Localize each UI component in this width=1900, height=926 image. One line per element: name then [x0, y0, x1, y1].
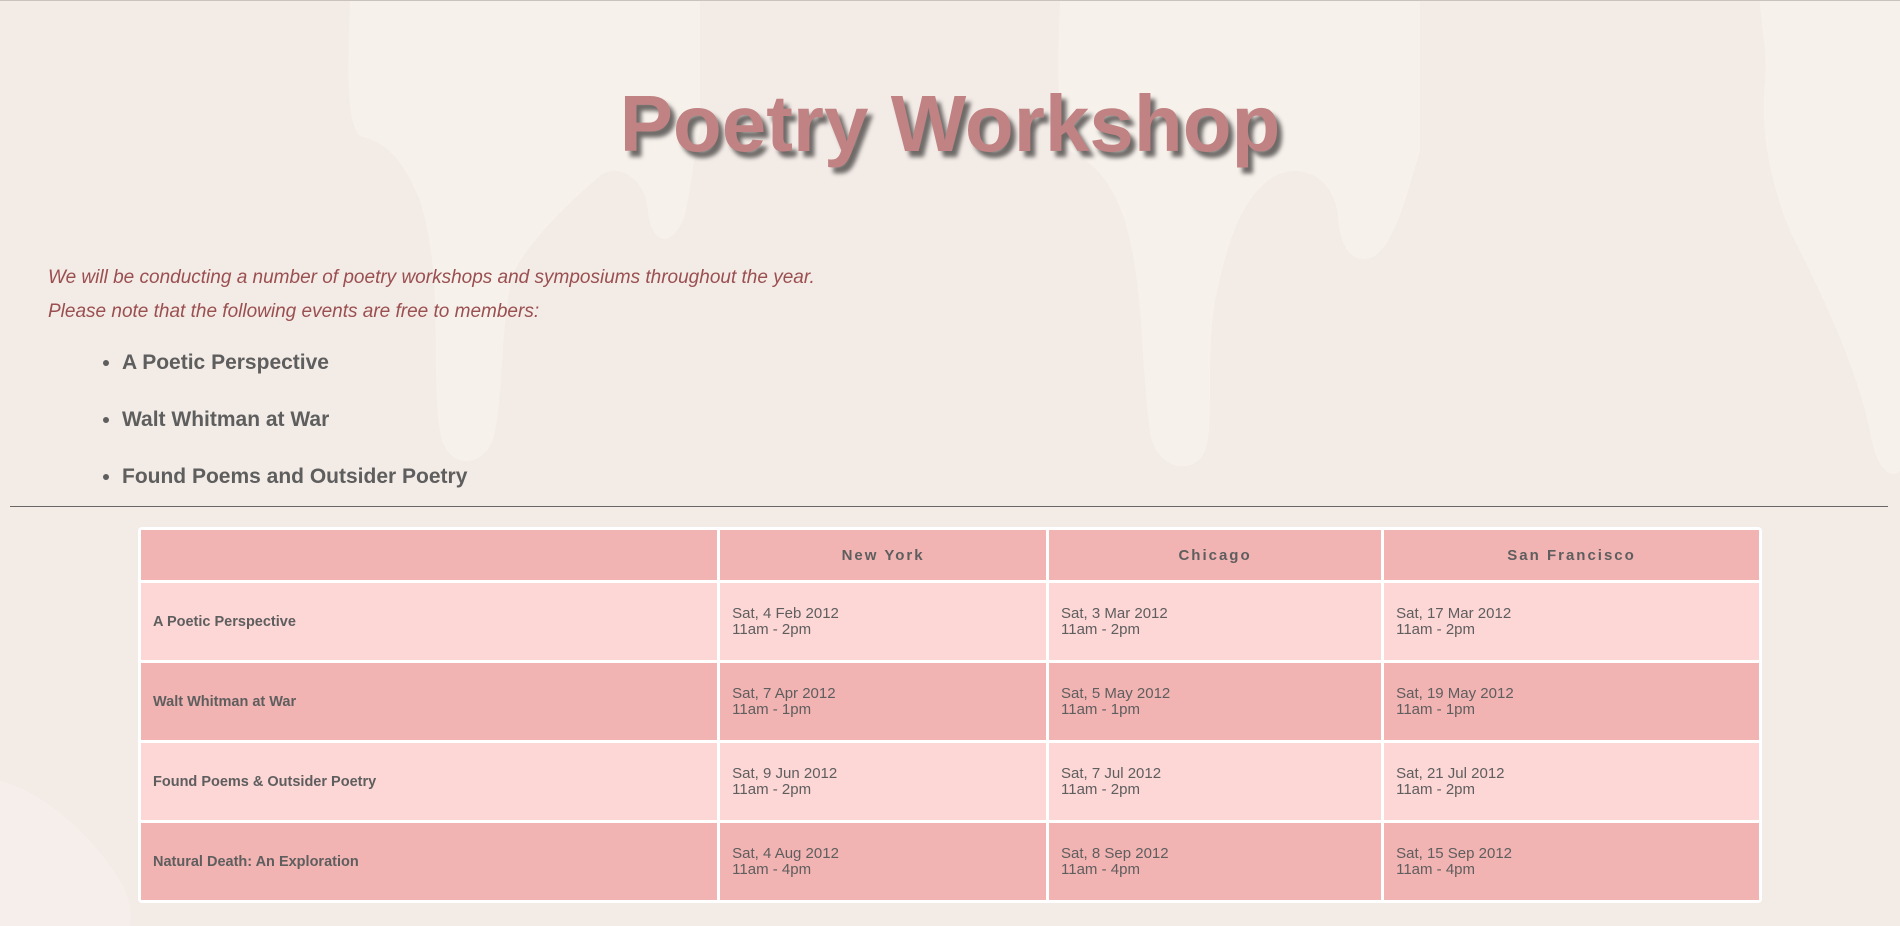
new-york-cell: Sat, 7 Apr 2012 11am - 1pm [720, 663, 1047, 740]
event-date: Sat, 19 May 2012 [1396, 684, 1514, 702]
list-item: A Poetic Perspective [122, 334, 467, 391]
event-date: Sat, 3 Mar 2012 [1061, 604, 1168, 622]
event-time: 11am - 2pm [1061, 620, 1140, 638]
san-francisco-cell: Sat, 21 Jul 2012 11am - 2pm [1384, 743, 1759, 820]
event-time: 11am - 4pm [732, 860, 812, 878]
event-date: Sat, 8 Sep 2012 [1061, 844, 1169, 862]
schedule-table: New York Chicago San Francisco A Poetic … [138, 527, 1762, 903]
intro-line-1: We will be conducting a number of poetry… [48, 267, 815, 288]
chicago-cell: Sat, 5 May 2012 11am - 1pm [1049, 663, 1382, 740]
event-date: Sat, 5 May 2012 [1061, 684, 1171, 702]
event-time: 11am - 1pm [1396, 700, 1476, 718]
event-name-cell: Natural Death: An Exploration [141, 823, 718, 900]
free-events-list: A Poetic Perspective Walt Whitman at War… [74, 334, 467, 505]
page-title: Poetry Workshop [619, 79, 1281, 168]
new-york-cell: Sat, 4 Aug 2012 11am - 4pm [720, 823, 1047, 900]
event-date: Sat, 15 Sep 2012 [1396, 844, 1513, 862]
chicago-cell: Sat, 3 Mar 2012 11am - 2pm [1049, 583, 1382, 660]
event-date: Sat, 7 Jul 2012 [1061, 764, 1162, 782]
san-francisco-cell: Sat, 19 May 2012 11am - 1pm [1384, 663, 1759, 740]
header-cell-san-francisco: San Francisco [1384, 530, 1759, 580]
section-divider [10, 506, 1888, 507]
header-cell-chicago: Chicago [1049, 530, 1382, 580]
header-cell-new-york: New York [720, 530, 1047, 580]
new-york-cell: Sat, 4 Feb 2012 11am - 2pm [720, 583, 1047, 660]
intro-text: We will be conducting a number of poetry… [48, 261, 815, 329]
event-name-cell: Found Poems & Outsider Poetry [141, 743, 718, 820]
intro-line-2: Please note that the following events ar… [48, 301, 540, 322]
event-time: 11am - 2pm [732, 780, 812, 798]
event-date: Sat, 7 Apr 2012 [732, 684, 836, 702]
event-date: Sat, 17 Mar 2012 [1396, 604, 1512, 622]
event-time: 11am - 2pm [1061, 780, 1140, 798]
table-row: Walt Whitman at War Sat, 7 Apr 2012 11am… [141, 663, 1759, 740]
event-time: 11am - 2pm [1396, 620, 1476, 638]
table-row: Found Poems & Outsider Poetry Sat, 9 Jun… [141, 743, 1759, 820]
list-item: Found Poems and Outsider Poetry [122, 448, 467, 505]
chicago-cell: Sat, 7 Jul 2012 11am - 2pm [1049, 743, 1382, 820]
table-row: Natural Death: An Exploration Sat, 4 Aug… [141, 823, 1759, 900]
event-time: 11am - 2pm [732, 620, 812, 638]
san-francisco-cell: Sat, 17 Mar 2012 11am - 2pm [1384, 583, 1759, 660]
chicago-cell: Sat, 8 Sep 2012 11am - 4pm [1049, 823, 1382, 900]
san-francisco-cell: Sat, 15 Sep 2012 11am - 4pm [1384, 823, 1759, 900]
event-time: 11am - 4pm [1396, 860, 1476, 878]
table-header-row: New York Chicago San Francisco [141, 530, 1759, 580]
event-date: Sat, 4 Aug 2012 [732, 844, 839, 862]
event-name-cell: Walt Whitman at War [141, 663, 718, 740]
event-time: 11am - 4pm [1061, 860, 1140, 878]
header-cell-empty [141, 530, 718, 580]
table-row: A Poetic Perspective Sat, 4 Feb 2012 11a… [141, 583, 1759, 660]
event-name-cell: A Poetic Perspective [141, 583, 718, 660]
list-item: Walt Whitman at War [122, 391, 467, 448]
new-york-cell: Sat, 9 Jun 2012 11am - 2pm [720, 743, 1047, 820]
event-date: Sat, 21 Jul 2012 [1396, 764, 1505, 782]
event-time: 11am - 1pm [1061, 700, 1140, 718]
event-time: 11am - 1pm [732, 700, 812, 718]
event-date: Sat, 9 Jun 2012 [732, 764, 838, 782]
event-date: Sat, 4 Feb 2012 [732, 604, 839, 622]
event-time: 11am - 2pm [1396, 780, 1476, 798]
